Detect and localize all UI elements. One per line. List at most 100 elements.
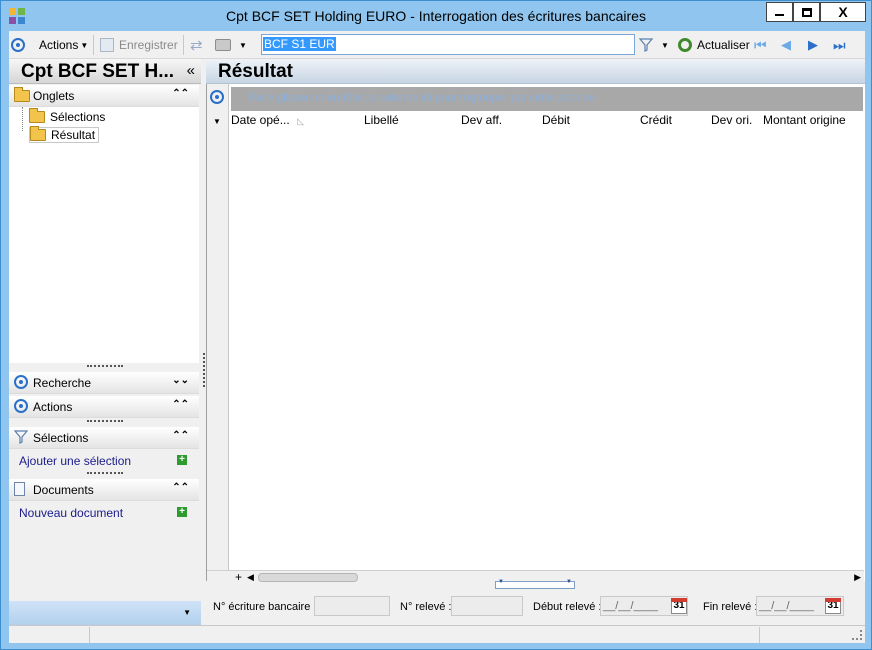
actions-menu-label: Actions [39, 38, 79, 52]
navigation-panel: Cpt BCF SET H... « Onglets ⌃⌃ Sélections… [9, 59, 201, 625]
last-record-button[interactable]: ⏭ [833, 34, 846, 56]
column-header-original-currency[interactable]: Dev ori. [711, 113, 752, 131]
search-section-header[interactable]: Recherche ⌄⌄ [9, 372, 199, 394]
column-header-label: Date opé... [231, 113, 290, 127]
sync-icon: ⇄ [190, 37, 203, 54]
actions-section-header[interactable]: Actions ⌃⌃ [9, 396, 199, 418]
tree-item-selections[interactable]: Sélections [29, 108, 105, 125]
chevron-up-icon: ⌃⌃ [172, 88, 189, 99]
close-button[interactable]: X [820, 2, 866, 22]
save-button[interactable]: Enregistrer [100, 34, 178, 56]
splitter-grip [203, 353, 205, 387]
calendar-icon[interactable]: 31 [825, 598, 841, 614]
tabs-section-header[interactable]: Onglets ⌃⌃ [9, 85, 199, 107]
caret-down-icon[interactable]: ▼ [213, 117, 221, 126]
resize-grip-icon[interactable] [852, 630, 862, 640]
print-button[interactable]: ▼ [215, 34, 247, 56]
filter-icon [639, 38, 653, 52]
search-section-label: Recherche [33, 376, 92, 390]
add-icon[interactable]: + [177, 455, 187, 465]
selections-section-header[interactable]: Sélections ⌃⌃ [9, 427, 199, 449]
maximize-icon [801, 7, 812, 17]
tree-item-result[interactable]: Résultat [29, 126, 100, 143]
column-header-date[interactable]: Date opé... ◺ [231, 113, 304, 131]
grid-body[interactable] [230, 132, 863, 570]
previous-record-button[interactable]: ◀ [781, 34, 791, 56]
navigation-overflow-bar[interactable]: ▼ [9, 601, 201, 625]
tree-item-label: Résultat [51, 128, 96, 142]
minimize-icon [775, 14, 784, 16]
save-icon [100, 38, 114, 52]
column-header-credit[interactable]: Crédit [640, 113, 672, 131]
add-selection-link[interactable]: Ajouter une sélection [19, 454, 131, 468]
group-by-hint: Faire glisser un en-tête de colonne ici … [249, 92, 596, 104]
statement-end-label: Fin relevé : [703, 601, 758, 613]
documents-section-header[interactable]: Documents ⌃⌃ [9, 479, 199, 501]
filter-bar: N° écriture bancaire : N° relevé : Début… [206, 591, 865, 625]
horizontal-splitter[interactable]: ▼ ▼ [495, 579, 575, 589]
sync-button[interactable]: ⇄ [190, 34, 203, 56]
tabs-tree: Sélections Résultat [9, 107, 199, 363]
first-icon: ⏮ [754, 36, 767, 53]
bank-entry-number-field[interactable] [314, 596, 390, 616]
application-window: Cpt BCF SET Holding EURO - Interrogation… [0, 0, 872, 650]
refresh-icon [678, 38, 692, 52]
refresh-button[interactable]: Actualiser [678, 34, 750, 56]
add-icon[interactable]: + [177, 507, 187, 517]
group-by-area[interactable]: Faire glisser un en-tête de colonne ici … [231, 87, 863, 111]
caret-down-icon: ▼ [80, 40, 89, 50]
chevron-up-icon: ⌃⌃ [172, 399, 189, 410]
documents-section-label: Documents [33, 483, 94, 497]
caret-down-icon: ▼ [661, 40, 669, 50]
status-bar [9, 625, 865, 643]
chevron-up-icon: ⌃⌃ [172, 430, 189, 441]
splitter-grip[interactable] [87, 365, 123, 368]
actions-section-label: Actions [33, 400, 73, 414]
filter-icon [14, 430, 28, 444]
caret-down-icon: ▼ [566, 579, 572, 585]
splitter-grip[interactable] [87, 472, 123, 475]
column-header-original-amount[interactable]: Montant origine [763, 113, 846, 131]
add-row-icon[interactable]: + [235, 570, 242, 584]
title-bar: Cpt BCF SET Holding EURO - Interrogation… [1, 1, 871, 31]
column-header-label[interactable]: Libellé [364, 113, 399, 131]
chevron-down-icon: ⌄⌄ [172, 375, 189, 386]
new-document-link[interactable]: Nouveau document [19, 506, 123, 520]
maximize-button[interactable] [793, 2, 820, 22]
collapse-panel-icon[interactable]: « [187, 62, 195, 79]
statement-number-label: N° relevé : [400, 601, 452, 613]
result-header: Résultat [206, 59, 865, 84]
statement-number-field[interactable] [451, 596, 523, 616]
first-record-button[interactable]: ⏮ [754, 34, 767, 56]
scroll-left-icon[interactable]: ◀ [247, 572, 254, 583]
filter-button[interactable]: ▼ [639, 34, 669, 56]
toolbar-separator [93, 35, 94, 55]
scroll-right-icon[interactable]: ▶ [854, 572, 861, 583]
grid-row-header: ▼ [207, 84, 229, 581]
client-area: Actions ▼ Enregistrer ⇄ ▼ BCF S1 EUR ▼ A… [9, 31, 865, 643]
search-value[interactable]: BCF S1 EUR [263, 37, 336, 51]
calendar-icon[interactable]: 31 [671, 598, 687, 614]
column-header-display-currency[interactable]: Dev aff. [461, 113, 502, 131]
statement-start-label: Début relevé : [533, 601, 602, 613]
next-record-button[interactable]: ▶ [808, 34, 818, 56]
caret-down-icon: ▼ [498, 579, 504, 585]
minimize-button[interactable] [766, 2, 793, 22]
status-cell [90, 627, 760, 643]
target-icon [14, 399, 28, 413]
bank-entry-number-label: N° écriture bancaire : [213, 601, 317, 613]
document-icon [14, 482, 25, 496]
actions-menu-button[interactable]: Actions ▼ [39, 34, 88, 56]
search-field[interactable]: BCF S1 EUR [261, 34, 635, 55]
scrollbar-thumb[interactable] [258, 573, 358, 582]
target-icon[interactable] [210, 90, 224, 104]
toolbar-separator [183, 35, 184, 55]
column-header-debit[interactable]: Débit [542, 113, 570, 131]
result-grid: ▼ Faire glisser un en-tête de colonne ic… [206, 84, 865, 584]
last-icon: ⏭ [833, 36, 846, 53]
folder-icon [14, 87, 30, 102]
tabs-section-label: Onglets [33, 89, 75, 103]
result-panel: Résultat ▼ Faire glisser un en-tête de c… [206, 59, 865, 584]
app-menu-button[interactable] [11, 34, 25, 56]
splitter-grip[interactable] [87, 420, 123, 423]
